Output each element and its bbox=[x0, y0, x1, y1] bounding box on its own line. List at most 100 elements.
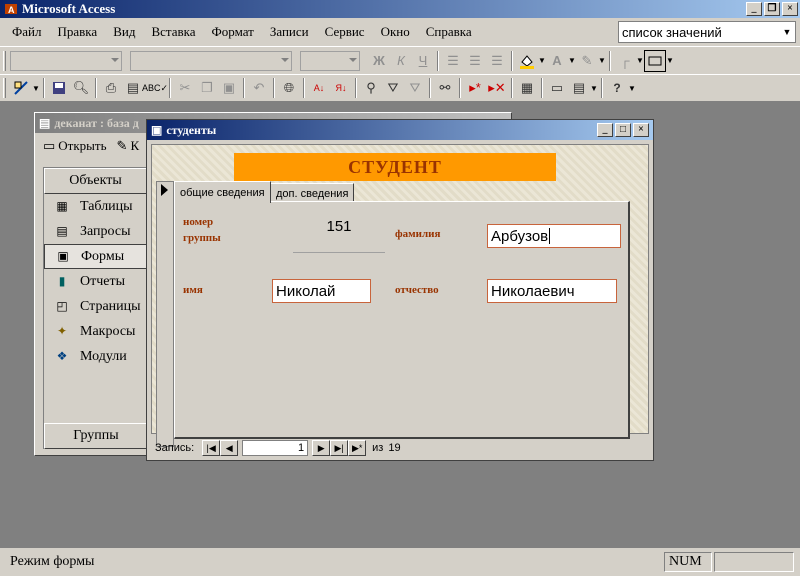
toolbar-grip[interactable] bbox=[3, 50, 6, 71]
record-selector[interactable] bbox=[156, 181, 174, 447]
object-combo[interactable] bbox=[10, 50, 122, 71]
font-name-combo[interactable] bbox=[130, 50, 292, 71]
form-view-toolbar: ▼ 🔍︎ ⎙ ▤ ABC✓ ✂ ❐ ▣ ↶ 🌐︎ A↓ Я↓ ⚲ ⛛ ⛛ ⚯ ▸… bbox=[0, 74, 800, 102]
object-item-tables[interactable]: ▦ Таблицы bbox=[44, 194, 147, 219]
open-button[interactable]: ▭ Открыть bbox=[43, 138, 107, 154]
tab-general[interactable]: общие сведения bbox=[174, 181, 271, 203]
next-record-button[interactable]: ▶ bbox=[312, 440, 331, 456]
form-close-button[interactable]: × bbox=[633, 123, 649, 137]
database-window-icon[interactable]: ▭ bbox=[546, 77, 568, 99]
apply-filter-icon[interactable]: ⛛ bbox=[404, 77, 426, 99]
object-item-macros[interactable]: ✦ Макросы bbox=[44, 319, 147, 344]
record-navigation-bar: Запись: |◀ ◀ 1 ▶ ▶| ▶* из 19 bbox=[151, 438, 649, 458]
special-effect-icon[interactable] bbox=[644, 49, 666, 72]
hyperlink-icon[interactable]: 🌐︎ bbox=[278, 77, 300, 99]
first-name-value: Николай bbox=[276, 282, 336, 300]
new-object-icon[interactable]: ▤ bbox=[568, 77, 590, 99]
tab-extra-info[interactable]: доп. сведения bbox=[270, 183, 355, 203]
bold-icon[interactable]: Ж bbox=[368, 50, 390, 72]
database-icon: ▤ bbox=[39, 115, 51, 130]
patronymic-field[interactable]: Николаевич bbox=[487, 279, 617, 303]
chevron-down-icon[interactable]: ▼ bbox=[628, 84, 636, 93]
align-right-icon[interactable]: ☰ bbox=[486, 50, 508, 72]
print-preview-icon[interactable]: ▤ bbox=[122, 77, 144, 99]
first-name-field[interactable]: Николай bbox=[272, 279, 371, 303]
line-color-icon[interactable]: ✎ bbox=[576, 50, 598, 72]
form-body: СТУДЕНТ общие сведения доп. сведения ном… bbox=[151, 144, 649, 447]
delete-record-icon[interactable]: ▸✕ bbox=[486, 77, 508, 99]
record-label: Запись: bbox=[155, 442, 195, 454]
menu-window[interactable]: Окно bbox=[373, 24, 418, 40]
chevron-down-icon[interactable]: ▼ bbox=[590, 84, 598, 93]
menu-file[interactable]: Файл bbox=[4, 24, 50, 40]
object-item-queries[interactable]: ▤ Запросы bbox=[44, 219, 147, 244]
underline-icon[interactable]: Ч bbox=[412, 50, 434, 72]
chevron-down-icon[interactable]: ▼ bbox=[32, 84, 40, 93]
object-item-pages[interactable]: ◰ Страницы bbox=[44, 294, 147, 319]
record-number-field[interactable]: 1 bbox=[242, 440, 309, 456]
toolbar-grip[interactable] bbox=[3, 78, 6, 98]
undo-icon[interactable]: ↶ bbox=[248, 77, 270, 99]
open-button-label: Открыть bbox=[58, 138, 107, 153]
cut-icon[interactable]: ✂ bbox=[174, 77, 196, 99]
save-icon[interactable] bbox=[48, 77, 70, 99]
font-size-combo[interactable] bbox=[300, 50, 360, 71]
chevron-down-icon[interactable]: ▼ bbox=[636, 56, 644, 65]
menu-edit[interactable]: Правка bbox=[50, 24, 106, 40]
ask-question-box[interactable]: список значений ▼ bbox=[618, 21, 796, 43]
new-record-icon[interactable]: ▸* bbox=[464, 77, 486, 99]
restore-button[interactable]: ❐ bbox=[764, 2, 780, 16]
find-icon[interactable]: ⚯ bbox=[434, 77, 456, 99]
chevron-down-icon[interactable]: ▼ bbox=[568, 56, 576, 65]
menu-insert[interactable]: Вставка bbox=[143, 24, 203, 40]
module-icon: ❖ bbox=[56, 349, 68, 363]
align-left-icon[interactable]: ☰ bbox=[442, 50, 464, 72]
form-minimize-button[interactable]: _ bbox=[597, 123, 613, 137]
menu-records[interactable]: Записи bbox=[262, 24, 317, 40]
chevron-down-icon[interactable]: ▼ bbox=[779, 22, 795, 42]
previous-record-button[interactable]: ◀ bbox=[220, 440, 239, 456]
new-record-button[interactable]: ▶* bbox=[348, 440, 367, 456]
design-view-icon[interactable] bbox=[10, 77, 32, 99]
surname-field[interactable]: Арбузов bbox=[487, 224, 621, 248]
help-icon[interactable]: ? bbox=[606, 77, 628, 99]
objects-header[interactable]: Объекты bbox=[44, 168, 147, 194]
sort-descending-icon[interactable]: Я↓ bbox=[330, 77, 352, 99]
form-maximize-button[interactable]: □ bbox=[615, 123, 631, 137]
paste-icon[interactable]: ▣ bbox=[218, 77, 240, 99]
sort-ascending-icon[interactable]: A↓ bbox=[308, 77, 330, 99]
properties-icon[interactable]: ▦ bbox=[516, 77, 538, 99]
object-item-label: Макросы bbox=[80, 323, 136, 339]
form-window-titlebar[interactable]: ▣ студенты _ □ × bbox=[147, 120, 653, 140]
spelling-icon[interactable]: ABC✓ bbox=[142, 77, 168, 99]
menu-tools[interactable]: Сервис bbox=[317, 24, 373, 40]
minimize-button[interactable]: _ bbox=[746, 2, 762, 16]
line-width-icon[interactable]: ┌ bbox=[614, 50, 636, 72]
group-number-value[interactable]: 151 bbox=[293, 218, 385, 235]
design-button[interactable]: ✎ К bbox=[117, 138, 140, 154]
object-item-reports[interactable]: ▮ Отчеты bbox=[44, 269, 147, 294]
menu-view[interactable]: Вид bbox=[105, 24, 143, 40]
group-number-label: номер группы bbox=[183, 214, 221, 246]
search-file-icon[interactable]: 🔍︎ bbox=[70, 77, 92, 99]
italic-icon[interactable]: К bbox=[390, 50, 412, 72]
copy-icon[interactable]: ❐ bbox=[196, 77, 218, 99]
first-record-button[interactable]: |◀ bbox=[202, 440, 221, 456]
chevron-down-icon[interactable]: ▼ bbox=[666, 56, 674, 65]
object-item-label: Таблицы bbox=[80, 198, 133, 214]
object-item-modules[interactable]: ❖ Модули bbox=[44, 344, 147, 369]
align-center-icon[interactable]: ☰ bbox=[464, 50, 486, 72]
groups-header[interactable]: Группы bbox=[44, 423, 148, 449]
chevron-down-icon[interactable]: ▼ bbox=[538, 56, 546, 65]
fill-color-icon[interactable] bbox=[516, 50, 538, 72]
close-button[interactable]: × bbox=[782, 2, 798, 16]
font-color-icon[interactable]: A bbox=[546, 50, 568, 72]
menu-format[interactable]: Формат bbox=[204, 24, 262, 40]
last-record-button[interactable]: ▶| bbox=[330, 440, 349, 456]
chevron-down-icon[interactable]: ▼ bbox=[598, 56, 606, 65]
print-icon[interactable]: ⎙ bbox=[100, 77, 122, 99]
filter-by-selection-icon[interactable]: ⚲ bbox=[360, 77, 382, 99]
menu-help[interactable]: Справка bbox=[418, 24, 480, 40]
filter-by-form-icon[interactable]: ⛛ bbox=[382, 77, 404, 99]
object-item-forms[interactable]: ▣ Формы bbox=[44, 244, 147, 269]
